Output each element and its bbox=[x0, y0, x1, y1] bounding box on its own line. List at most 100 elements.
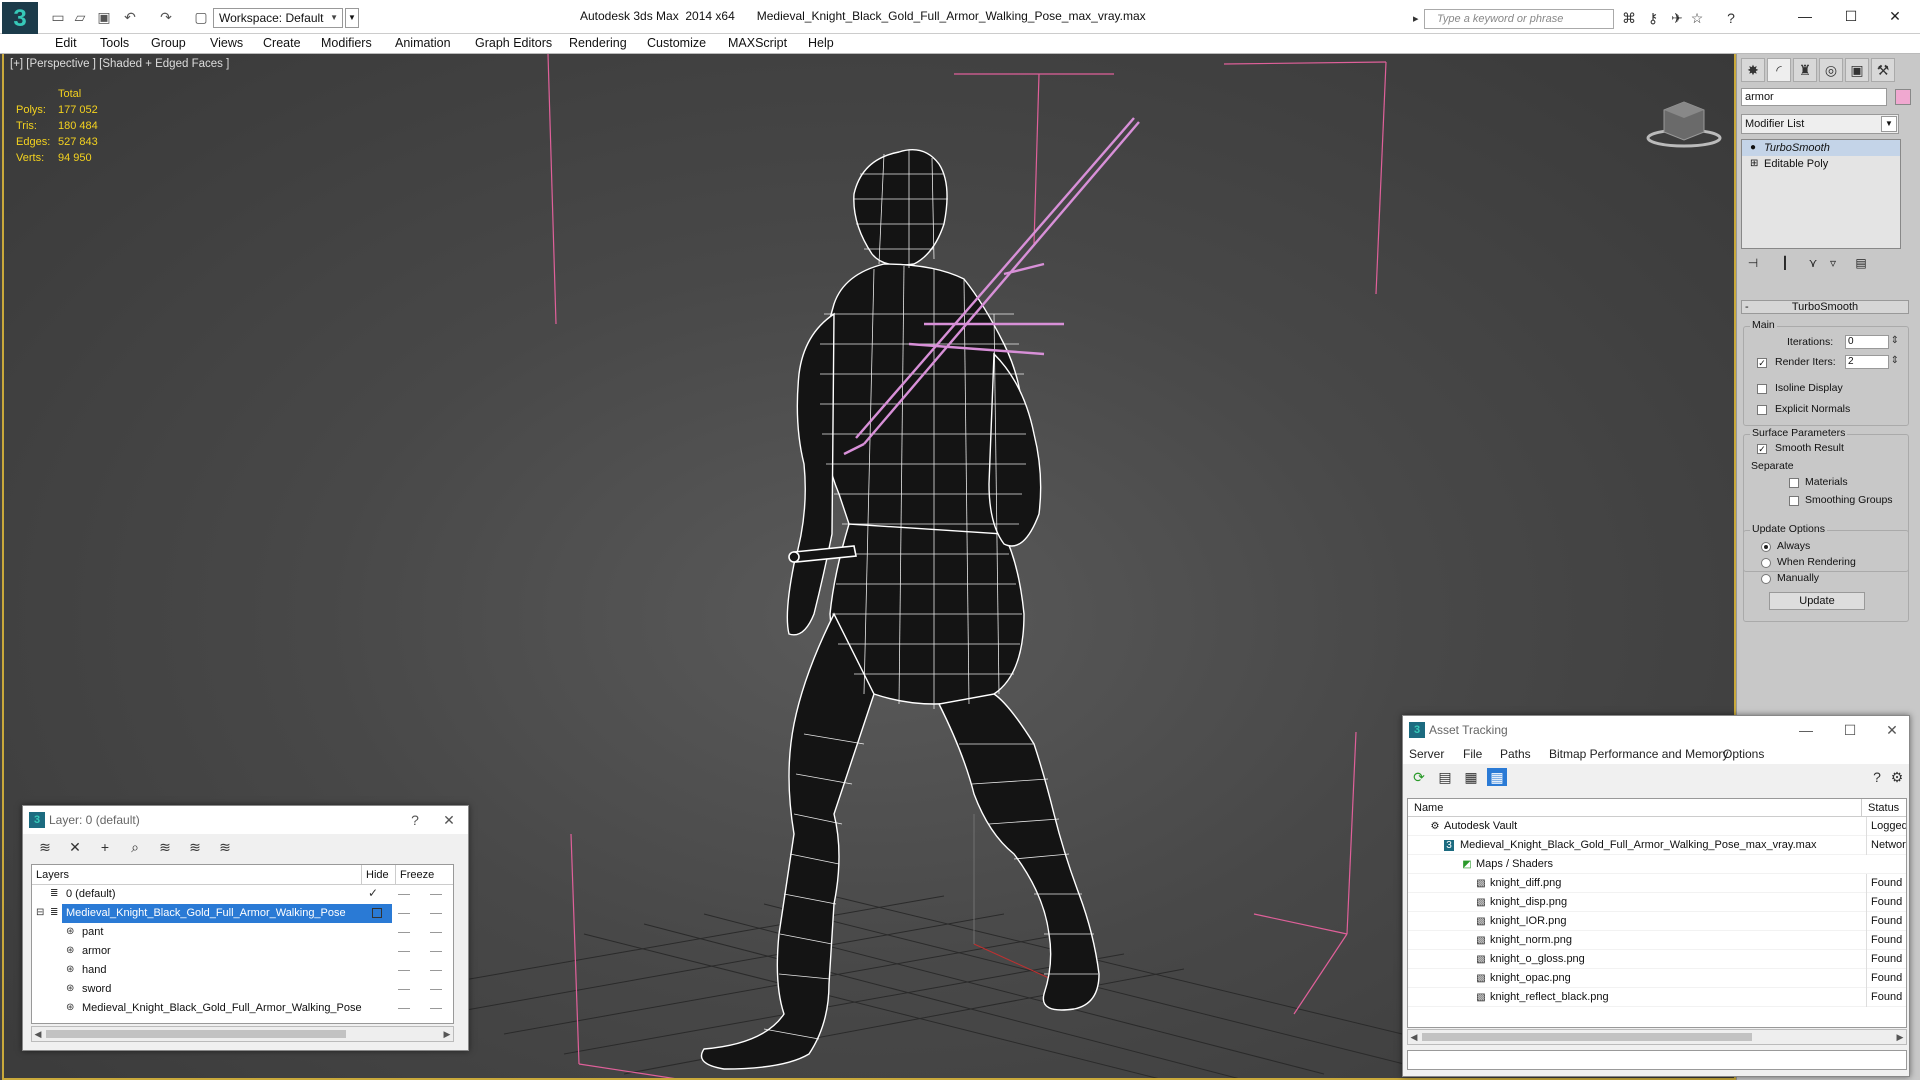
remove-modifier-icon[interactable]: ▿ bbox=[1823, 254, 1843, 272]
hide-toggle[interactable] bbox=[398, 970, 410, 971]
hide-toggle[interactable] bbox=[398, 989, 410, 990]
workspace-dropdown[interactable]: Workspace: Default ▼ bbox=[213, 8, 343, 28]
modify-tab-icon[interactable]: ◜ bbox=[1767, 58, 1791, 82]
new-file-icon[interactable]: ▭ bbox=[50, 10, 66, 24]
asset-row[interactable]: ▧ knight_IOR.png Found bbox=[1408, 912, 1906, 931]
binoculars-icon[interactable]: ⌘ bbox=[1620, 10, 1638, 26]
layer-row[interactable]: ⊟ ≣ Medieval_Knight_Black_Gold_Full_Armo… bbox=[32, 904, 453, 923]
hierarchy-tab-icon[interactable]: ♜ bbox=[1793, 58, 1817, 82]
select-objects-icon[interactable]: ⌕ bbox=[125, 838, 145, 856]
menu-help[interactable]: Help bbox=[808, 36, 834, 50]
viewcube-icon[interactable] bbox=[1644, 90, 1724, 150]
expand-plus-icon[interactable]: ⊞ bbox=[1750, 156, 1758, 172]
smoothing-groups-checkbox[interactable] bbox=[1789, 496, 1799, 506]
menu-file[interactable]: File bbox=[1463, 747, 1482, 761]
always-radio[interactable] bbox=[1761, 542, 1771, 552]
menu-options[interactable]: Options bbox=[1723, 747, 1764, 761]
freeze-toggle[interactable] bbox=[430, 970, 442, 971]
close-button[interactable]: ✕ bbox=[1879, 716, 1905, 744]
display-tab-icon[interactable]: ▣ bbox=[1845, 58, 1869, 82]
light-bulb-icon[interactable]: ● bbox=[1750, 140, 1756, 156]
make-unique-icon[interactable]: ⋎ bbox=[1803, 254, 1823, 272]
smooth-result-checkbox[interactable]: ✓ bbox=[1757, 444, 1767, 454]
menu-maxscript[interactable]: MAXScript bbox=[728, 36, 787, 50]
asset-row[interactable]: 3 Medieval_Knight_Black_Gold_Full_Armor_… bbox=[1408, 836, 1906, 855]
favorites-star-icon[interactable]: ☆ bbox=[1688, 10, 1706, 26]
open-file-icon[interactable]: ▱ bbox=[72, 10, 88, 24]
delete-layer-icon[interactable]: ✕ bbox=[65, 838, 85, 856]
close-button[interactable]: ✕ bbox=[436, 806, 462, 834]
menu-customize[interactable]: Customize bbox=[647, 36, 706, 50]
hide-toggle[interactable] bbox=[398, 1008, 410, 1009]
communication-icon[interactable]: ✈ bbox=[1668, 10, 1686, 26]
layer-row[interactable]: ⊛ armor bbox=[32, 942, 453, 961]
hide-toggle[interactable] bbox=[398, 932, 410, 933]
pin-stack-icon[interactable]: ⊣ bbox=[1743, 254, 1763, 272]
layer-row[interactable]: ⊛ Medieval_Knight_Black_Gold_Full_Armor_… bbox=[32, 999, 453, 1018]
app-logo-icon[interactable]: 3 bbox=[2, 2, 38, 36]
make-active-box[interactable] bbox=[372, 908, 382, 918]
column-layers[interactable]: Layers bbox=[32, 865, 362, 885]
hide-toggle[interactable] bbox=[398, 951, 410, 952]
redo-icon[interactable]: ↷ bbox=[158, 10, 174, 24]
column-name[interactable]: Name bbox=[1408, 799, 1862, 817]
undo-icon[interactable]: ↶ bbox=[122, 10, 138, 24]
asset-path-field[interactable] bbox=[1407, 1050, 1907, 1070]
asset-row[interactable]: ▧ knight_o_gloss.png Found bbox=[1408, 950, 1906, 969]
help-search-input[interactable]: Type a keyword or phrase bbox=[1413, 9, 1614, 29]
menu-views[interactable]: Views bbox=[210, 36, 243, 50]
scroll-right-icon[interactable]: ▶ bbox=[441, 1027, 453, 1041]
object-color-swatch[interactable] bbox=[1895, 89, 1911, 105]
menu-create[interactable]: Create bbox=[263, 36, 301, 50]
turbosmooth-rollout-header[interactable]: - TurboSmooth bbox=[1741, 300, 1909, 314]
column-hide[interactable]: Hide bbox=[362, 865, 396, 885]
menu-paths[interactable]: Paths bbox=[1500, 747, 1531, 761]
hide-toggle[interactable] bbox=[398, 913, 410, 914]
close-button[interactable]: ✕ bbox=[1880, 6, 1910, 26]
refresh-icon[interactable]: ⟳ bbox=[1409, 768, 1429, 786]
render-iters-checkbox[interactable]: ✓ bbox=[1757, 358, 1767, 368]
stack-item-turbosmooth[interactable]: ● TurboSmooth bbox=[1742, 140, 1900, 156]
hide-all-layers-icon[interactable]: ≋ bbox=[185, 838, 205, 856]
scroll-right-icon[interactable]: ▶ bbox=[1894, 1030, 1906, 1044]
scrollbar-thumb[interactable] bbox=[1422, 1033, 1752, 1041]
table-view-icon[interactable]: ▦ bbox=[1487, 768, 1507, 786]
freeze-toggle[interactable] bbox=[430, 913, 442, 914]
asset-row[interactable]: ▧ knight_disp.png Found bbox=[1408, 893, 1906, 912]
when-rendering-radio[interactable] bbox=[1761, 558, 1771, 568]
explicit-normals-checkbox[interactable] bbox=[1757, 405, 1767, 415]
asset-row[interactable]: ⚙ Autodesk Vault Logged C bbox=[1408, 817, 1906, 836]
menu-bitmap-performance[interactable]: Bitmap Performance and Memory bbox=[1549, 747, 1728, 761]
create-tab-icon[interactable]: ✸ bbox=[1741, 58, 1765, 82]
active-layer-check-icon[interactable]: ✓ bbox=[368, 887, 378, 899]
help-button[interactable]: ? bbox=[402, 806, 428, 834]
object-name-field[interactable]: armor bbox=[1741, 88, 1887, 106]
manually-radio[interactable] bbox=[1761, 574, 1771, 584]
menu-group[interactable]: Group bbox=[151, 36, 186, 50]
update-button[interactable]: Update bbox=[1769, 592, 1865, 610]
key-icon[interactable]: ⚷ bbox=[1644, 10, 1662, 26]
layer-row[interactable]: ⊛ pant bbox=[32, 923, 453, 942]
scrollbar-thumb[interactable] bbox=[46, 1030, 346, 1038]
asset-row[interactable]: ▧ knight_norm.png Found bbox=[1408, 931, 1906, 950]
maximize-button[interactable]: ☐ bbox=[1836, 6, 1866, 26]
tree-view-icon[interactable]: ▦ bbox=[1461, 768, 1481, 786]
highlight-layer-icon[interactable]: ≋ bbox=[155, 838, 175, 856]
freeze-toggle[interactable] bbox=[430, 989, 442, 990]
asset-row[interactable]: ◩ Maps / Shaders bbox=[1408, 855, 1906, 874]
help-icon[interactable]: ? bbox=[1867, 768, 1887, 786]
configure-modifier-sets-icon[interactable]: ▤ bbox=[1851, 254, 1871, 272]
asset-window-titlebar[interactable]: 3 Asset Tracking — ☐ ✕ bbox=[1403, 716, 1909, 744]
vault-icon[interactable]: ⚙ bbox=[1887, 768, 1907, 786]
maximize-button[interactable]: ☐ bbox=[1837, 716, 1863, 744]
utilities-tab-icon[interactable]: ⚒ bbox=[1871, 58, 1895, 82]
freeze-toggle[interactable] bbox=[430, 951, 442, 952]
create-layer-icon[interactable]: ≋ bbox=[35, 838, 55, 856]
scroll-left-icon[interactable]: ◀ bbox=[1408, 1030, 1420, 1044]
scroll-left-icon[interactable]: ◀ bbox=[32, 1027, 44, 1041]
stack-item-editable-poly[interactable]: ⊞ Editable Poly bbox=[1742, 156, 1900, 172]
menu-graph-editors[interactable]: Graph Editors bbox=[475, 36, 552, 50]
layer-row[interactable]: ⊛ hand bbox=[32, 961, 453, 980]
layer-row[interactable]: ≣ 0 (default) ✓ bbox=[32, 885, 453, 904]
workspace-expand-button[interactable]: ▼ bbox=[345, 8, 359, 28]
